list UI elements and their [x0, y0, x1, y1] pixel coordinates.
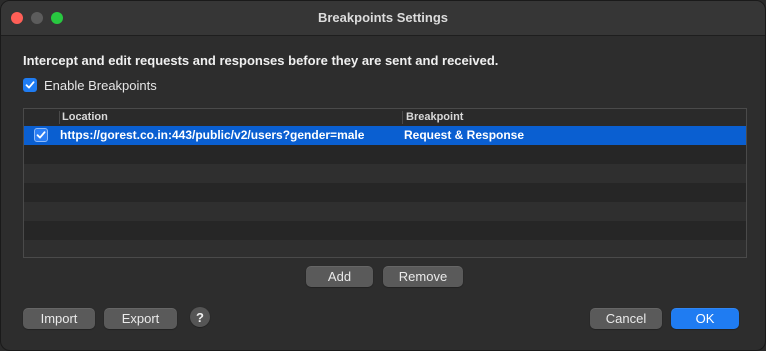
remove-button[interactable]: Remove [383, 266, 463, 287]
column-separator [402, 111, 403, 124]
enable-breakpoints-row[interactable]: Enable Breakpoints [23, 77, 157, 93]
enable-breakpoints-checkbox[interactable] [23, 78, 37, 92]
table-row[interactable]: https://gorest.co.in:443/public/v2/users… [24, 126, 746, 145]
empty-row [24, 164, 746, 183]
add-button[interactable]: Add [306, 266, 373, 287]
row-location: https://gorest.co.in:443/public/v2/users… [60, 128, 365, 142]
ok-button[interactable]: OK [671, 308, 739, 329]
column-header-location[interactable]: Location [62, 111, 108, 123]
table-header: Location Breakpoint [24, 109, 746, 127]
enable-breakpoints-label[interactable]: Enable Breakpoints [44, 78, 157, 93]
checkmark-icon [36, 131, 46, 139]
empty-row [24, 240, 746, 257]
row-breakpoint-type: Request & Response [404, 128, 525, 142]
help-button[interactable]: ? [190, 307, 210, 327]
window-title: Breakpoints Settings [317, 10, 449, 25]
empty-row [24, 202, 746, 221]
column-header-breakpoint[interactable]: Breakpoint [406, 111, 463, 123]
row-enabled-checkbox[interactable] [34, 128, 48, 142]
empty-row [24, 145, 746, 164]
title-bar: Breakpoints Settings [1, 1, 765, 36]
cancel-button[interactable]: Cancel [590, 308, 662, 329]
import-button[interactable]: Import [23, 308, 95, 329]
checkmark-icon [25, 81, 35, 89]
breakpoints-settings-window: Breakpoints Settings Intercept and edit … [0, 0, 766, 351]
breakpoints-table: Location Breakpoint https://gorest.co.in… [23, 108, 747, 258]
column-separator [59, 111, 60, 124]
intro-text: Intercept and edit requests and response… [23, 53, 499, 68]
export-button[interactable]: Export [104, 308, 177, 329]
empty-row [24, 221, 746, 240]
empty-row [24, 183, 746, 202]
